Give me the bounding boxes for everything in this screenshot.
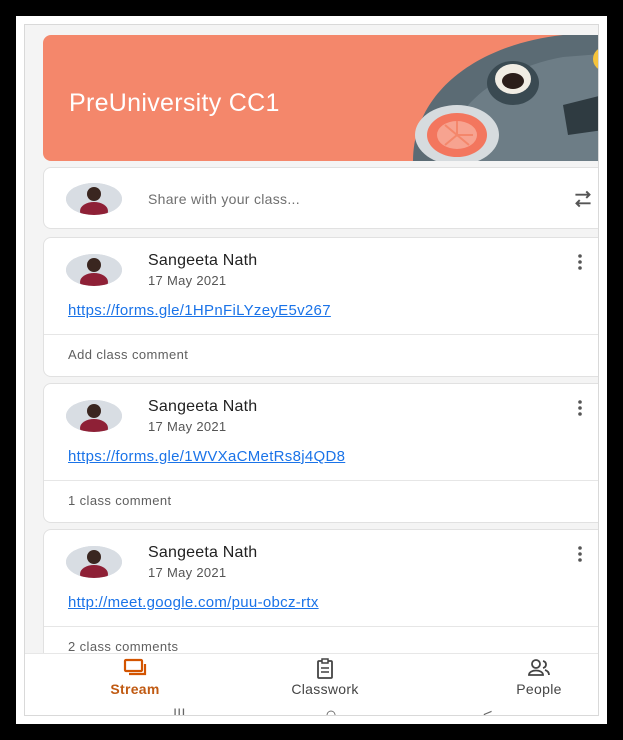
course-title: PreUniversity CC1 [69,89,280,117]
kebab-icon[interactable] [570,544,590,564]
divider [44,480,598,481]
share-input[interactable]: Share with your class... [148,191,300,207]
post-author: Sangeeta Nath [148,252,258,269]
post-author: Sangeeta Nath [148,398,258,415]
post-card[interactable]: Sangeeta Nath 17 May 2021 http://meet.go… [43,529,598,669]
nav-classwork[interactable]: Classwork [265,658,385,697]
avatar-photo-icon [66,400,122,432]
avatar-photo-icon [66,183,122,215]
post-date: 17 May 2021 [148,273,227,288]
post-card[interactable]: Sangeeta Nath 17 May 2021 https://forms.… [43,383,598,523]
screenshot-frame: PreUniversity CC1 Share with your class.… [12,12,611,728]
people-icon [528,659,550,676]
post-date: 17 May 2021 [148,419,227,434]
nav-classwork-label: Classwork [291,681,359,697]
avatar-photo-icon [66,254,122,286]
system-navigation-bar: ||| ○ < [25,704,598,715]
banner-illustration [413,35,598,161]
comment-button[interactable]: Add class comment [68,347,188,362]
back-button[interactable]: < [483,707,492,715]
course-banner[interactable]: PreUniversity CC1 [43,35,598,161]
app-screen: PreUniversity CC1 Share with your class.… [25,25,598,715]
nav-stream[interactable]: Stream [75,658,195,697]
clipboard-icon [317,658,333,679]
nav-people[interactable]: People [479,658,598,697]
share-card[interactable]: Share with your class... [43,167,598,229]
post-link[interactable]: http://meet.google.com/puu-obcz-rtx [68,594,319,611]
post-card[interactable]: Sangeeta Nath 17 May 2021 https://forms.… [43,237,598,377]
kebab-icon[interactable] [570,252,590,272]
divider [44,626,598,627]
stream-icon [123,658,147,676]
bottom-navigation: Stream Classwork People [25,653,598,706]
post-link[interactable]: https://forms.gle/1WVXaCMetRs8j4QD8 [68,448,345,465]
avatar-photo-icon [66,546,122,578]
recents-button[interactable]: ||| [173,707,185,715]
avatar [66,183,122,215]
divider [44,334,598,335]
avatar [66,400,122,432]
phone-screen: PreUniversity CC1 Share with your class.… [24,24,599,716]
post-link[interactable]: https://forms.gle/1HPnFiLYzeyE5v267 [68,302,331,319]
post-date: 17 May 2021 [148,565,227,580]
repost-icon[interactable] [570,186,596,212]
comment-button[interactable]: 1 class comment [68,493,172,508]
comment-button[interactable]: 2 class comments [68,639,178,654]
kebab-icon[interactable] [570,398,590,418]
home-button[interactable]: ○ [325,704,337,715]
avatar [66,546,122,578]
post-author: Sangeeta Nath [148,544,258,561]
nav-stream-label: Stream [110,681,160,697]
nav-people-label: People [516,681,562,697]
avatar [66,254,122,286]
